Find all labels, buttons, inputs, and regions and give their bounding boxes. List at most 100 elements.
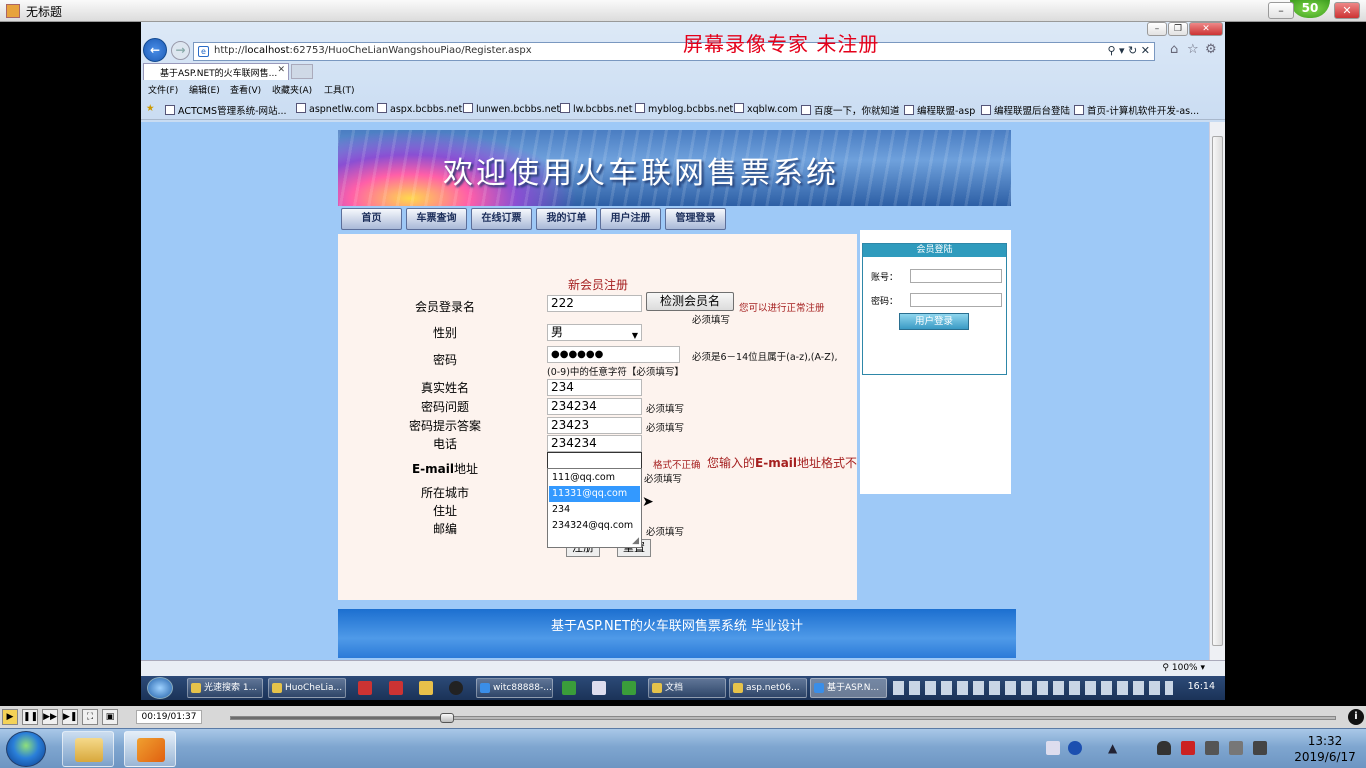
notification-icon[interactable]: [1157, 741, 1171, 755]
zoom-level[interactable]: ⚲ 100% ▾: [1162, 663, 1205, 673]
fav-link[interactable]: 百度一下，你就知道: [801, 103, 900, 117]
back-button[interactable]: ←: [143, 38, 167, 62]
autocomplete-item[interactable]: 234324@qq.com: [549, 518, 640, 534]
play-icon[interactable]: ▶: [2, 709, 18, 725]
fav-link[interactable]: aspx.bcbbs.net: [377, 103, 462, 115]
new-tab-button[interactable]: [291, 64, 313, 79]
fav-link[interactable]: lunwen.bcbbs.net: [463, 103, 560, 115]
seek-progress: [231, 717, 448, 719]
user-login-button[interactable]: 用户登录: [899, 313, 969, 330]
pause-icon[interactable]: ❚❚: [22, 709, 38, 725]
password-hint-2: (0-9)中的任意字符【必须填写】: [547, 367, 684, 378]
minimize-button[interactable]: –: [1268, 2, 1294, 19]
mouse-cursor-icon: ➤: [642, 494, 654, 510]
tab-active[interactable]: 基于ASP.NET的火车联网售... ✕: [143, 63, 289, 80]
realname-input[interactable]: 234: [547, 379, 642, 396]
answer-input[interactable]: 23423: [547, 417, 642, 434]
fav-link[interactable]: xqblw.com: [734, 103, 798, 115]
fav-link[interactable]: myblog.bcbbs.net: [635, 103, 733, 115]
address-bar[interactable]: e http://localhost:62753/HuoCheLianWangs…: [193, 42, 1155, 61]
fav-link[interactable]: ACTCMS管理系统-网站...: [165, 103, 287, 117]
app-icon[interactable]: [562, 681, 576, 695]
tools-gear-icon[interactable]: ⚙: [1205, 42, 1217, 57]
account-input[interactable]: [910, 269, 1002, 283]
clock-time: 13:32: [1307, 734, 1343, 748]
tray-app-icon[interactable]: [1181, 741, 1195, 755]
ie-minimize-button[interactable]: –: [1147, 22, 1167, 36]
password-input[interactable]: ●●●●●●: [547, 346, 680, 363]
favorites-bar: ★ ACTCMS管理系统-网站... aspnetlw.com aspx.bcb…: [141, 99, 1225, 120]
site-banner: 欢迎使用火车联网售票系统: [338, 130, 1011, 206]
ie-close-button[interactable]: ✕: [1189, 22, 1223, 36]
menu-tools[interactable]: 工具(T): [324, 83, 355, 96]
taskbar-item[interactable]: asp.net06...: [729, 678, 807, 698]
fast-forward-icon[interactable]: ▶▶: [42, 709, 58, 725]
info-icon[interactable]: i: [1348, 709, 1364, 725]
username-input[interactable]: 222: [547, 295, 642, 312]
app-icon[interactable]: [622, 681, 636, 695]
nav-online-booking[interactable]: 在线订票: [471, 208, 532, 230]
phone-input[interactable]: 234234: [547, 435, 642, 452]
nav-home[interactable]: 首页: [341, 208, 402, 230]
close-button[interactable]: ✕: [1334, 2, 1360, 19]
autocomplete-item-selected[interactable]: 11331@qq.com: [549, 486, 640, 502]
fav-link[interactable]: lw.bcbbs.net: [560, 103, 632, 115]
app-icon[interactable]: [389, 681, 403, 695]
fav-link[interactable]: aspnetlw.com: [296, 103, 374, 115]
search-refresh-stop-icons[interactable]: ⚲ ▾ ↻ ✕: [1107, 44, 1150, 57]
tools-icon[interactable]: [419, 681, 433, 695]
step-forward-icon[interactable]: ▶❚: [62, 709, 78, 725]
favorites-star-icon[interactable]: ☆: [1187, 42, 1199, 57]
tab-close-icon[interactable]: ✕: [277, 65, 285, 75]
menu-edit[interactable]: 编辑(E): [189, 83, 220, 96]
nav-register[interactable]: 用户注册: [600, 208, 661, 230]
nav-ticket-query[interactable]: 车票查询: [406, 208, 467, 230]
help-icon[interactable]: [1068, 741, 1082, 755]
question-input[interactable]: 234234: [547, 398, 642, 415]
taskbar-item[interactable]: HuoCheLia...: [268, 678, 346, 698]
recorder-pinned[interactable]: [124, 731, 176, 767]
ie-restore-button[interactable]: ❐: [1168, 22, 1188, 36]
taskbar-item[interactable]: 文档: [648, 678, 726, 698]
menu-file[interactable]: 文件(F): [148, 83, 178, 96]
fav-link[interactable]: 编程联盟后台登陆: [981, 103, 1070, 117]
taskbar-item[interactable]: 光速搜索 1...: [187, 678, 263, 698]
favorites-star-icon[interactable]: ★: [146, 103, 155, 114]
qq-icon[interactable]: [449, 681, 463, 695]
menu-favorites[interactable]: 收藏夹(A): [272, 83, 312, 96]
seek-bar[interactable]: [230, 713, 1336, 723]
email-input[interactable]: [547, 452, 642, 469]
tray-icons[interactable]: [893, 681, 1173, 695]
gender-label: 性别: [432, 326, 457, 340]
tray-expand-icon[interactable]: ▲: [1108, 741, 1122, 755]
app-icon[interactable]: [592, 681, 606, 695]
scrollbar-thumb[interactable]: [1212, 136, 1223, 646]
taskbar-item[interactable]: witc88888-...: [476, 678, 553, 698]
fullscreen-icon[interactable]: ⛶: [82, 709, 98, 725]
start-orb-icon[interactable]: [147, 677, 173, 699]
explorer-pinned[interactable]: [62, 731, 114, 767]
settings-icon[interactable]: ▣: [102, 709, 118, 725]
resize-grip-icon[interactable]: ◢: [632, 536, 639, 546]
keyboard-icon[interactable]: [1046, 741, 1060, 755]
fav-link[interactable]: 首页-计算机软件开发-as...: [1074, 103, 1199, 117]
gender-select[interactable]: 男 ▼: [547, 324, 642, 341]
home-icon[interactable]: ⌂: [1170, 42, 1178, 57]
network-icon[interactable]: [1229, 741, 1243, 755]
fav-link[interactable]: 编程联盟-asp: [904, 103, 975, 117]
signal-icon[interactable]: [1253, 741, 1267, 755]
autocomplete-item[interactable]: 234: [549, 502, 640, 518]
vertical-scrollbar[interactable]: [1209, 122, 1225, 660]
autocomplete-item[interactable]: 111@qq.com: [549, 470, 640, 486]
nav-my-orders[interactable]: 我的订单: [536, 208, 597, 230]
seek-handle[interactable]: [440, 713, 455, 723]
check-username-button[interactable]: 检测会员名: [646, 292, 734, 311]
nav-admin-login[interactable]: 管理登录: [665, 208, 726, 230]
menu-view[interactable]: 查看(V): [230, 83, 261, 96]
taskbar-item-active[interactable]: 基于ASP.N...: [810, 678, 887, 698]
forward-button[interactable]: →: [171, 41, 190, 60]
windows-start-icon[interactable]: [6, 731, 46, 767]
volume-muted-icon[interactable]: [1205, 741, 1219, 755]
login-password-input[interactable]: [910, 293, 1002, 307]
app-icon[interactable]: [358, 681, 372, 695]
